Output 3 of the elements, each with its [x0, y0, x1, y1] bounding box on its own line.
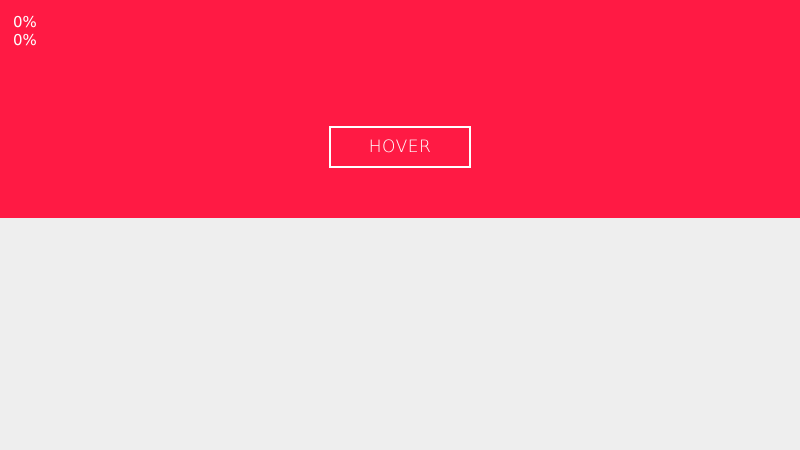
- hover-button[interactable]: HOVER: [329, 126, 471, 168]
- percent-counter: 0%: [13, 31, 37, 49]
- percent-counter: 0%: [13, 13, 37, 31]
